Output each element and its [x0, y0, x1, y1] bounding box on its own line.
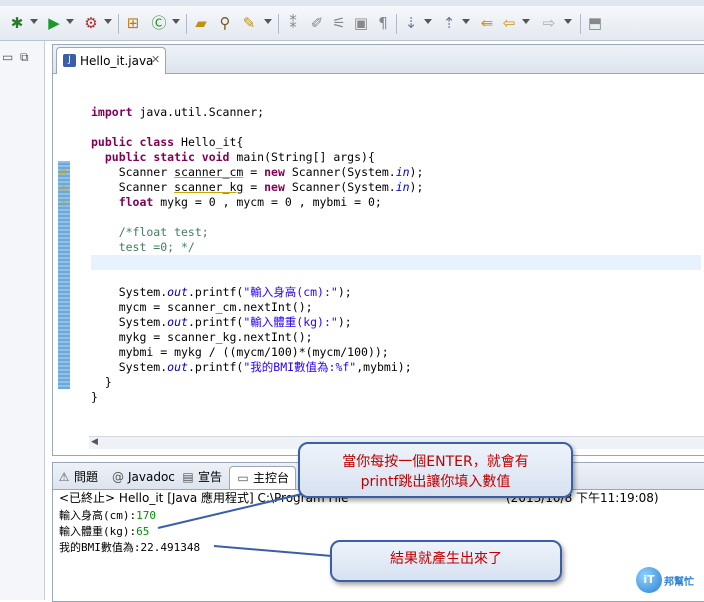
code-line: }	[91, 390, 98, 404]
code-line: System.out.printf("我的BMI數值為:%f",mybmi);	[91, 360, 412, 374]
code-line: public class Hello_it{	[91, 135, 244, 149]
next-annotation-icon[interactable]: ⇣	[402, 14, 420, 32]
format-icon[interactable]: ⚟	[330, 14, 348, 32]
debug-dropdown-icon[interactable]	[30, 19, 38, 24]
console-input-value: 65	[136, 525, 150, 538]
main-toolbar: ✱ ▶ ⚙ ⊞ Ⓒ ▰ ⚲ ✎ ⁑ ✐ ⚟ ▣ ¶ ⇣ ⇡ ⇚ ⇦ ⇨ ⬒	[0, 6, 704, 41]
logo-text: 邦幫忙	[664, 577, 694, 588]
console-prompt: 輸入身高(cm):	[59, 509, 137, 522]
annotation-callout-result: 結果就產生出來了	[330, 540, 562, 582]
run-icon[interactable]: ▶	[45, 14, 63, 32]
tab-console-label: 主控台	[253, 471, 290, 485]
code-line: test =0; */	[91, 240, 195, 254]
new-java-project-icon[interactable]: ⊞	[124, 14, 142, 32]
edit-icon[interactable]: ✐	[308, 14, 326, 32]
collapse-marker-icon[interactable]: ⊖	[59, 169, 69, 179]
tab-declaration-label: 宣告	[198, 470, 223, 484]
show-whitespace-icon[interactable]: ¶	[374, 14, 392, 32]
tab-problems-label: 問題	[74, 470, 99, 484]
left-view-pane: ▭ ⧉	[0, 41, 45, 600]
console-result: 我的BMI數值為:22.491348	[59, 541, 201, 554]
code-line: /*float test;	[91, 225, 209, 239]
console-icon: ▭	[237, 471, 249, 485]
maximize-icon[interactable]: ⧉	[20, 51, 32, 63]
external-tools-dropdown-icon[interactable]	[104, 19, 112, 24]
code-line: mycm = scanner_cm.nextInt();	[91, 300, 313, 314]
code-line: System.out.printf("輸入體重(kg):");	[91, 315, 352, 329]
code-line: Scanner scanner_kg = new Scanner(System.…	[91, 180, 424, 194]
declaration-icon: ▤	[182, 470, 194, 484]
open-type-icon[interactable]: ▰	[192, 14, 210, 32]
console-line: 輸入體重(kg):65	[59, 524, 149, 539]
prev-annotation-dropdown-icon[interactable]	[462, 19, 470, 24]
callout-text: 當你每按一個ENTER，就會有 printf跳出讓你填入數值	[342, 454, 529, 490]
back-icon[interactable]: ⇦	[500, 14, 518, 32]
code-line: public static void main(String[] args){	[104, 150, 375, 164]
close-tab-icon[interactable]: ✕	[151, 53, 160, 66]
search-icon[interactable]: ⚲	[216, 14, 234, 32]
tab-javadoc[interactable]: @ Javadoc	[111, 466, 175, 488]
tab-problems[interactable]: ⚠ 問題	[57, 466, 98, 488]
java-editor: J Hello_it.java ✕ ⊖ ⚠ ⚠ import java.util…	[52, 44, 704, 456]
javadoc-icon: @	[112, 470, 124, 484]
console-prompt: 輸入體重(kg):	[59, 525, 137, 538]
code-line: }	[91, 375, 112, 389]
new-class-icon[interactable]: Ⓒ	[150, 14, 168, 32]
tab-hello-it-java[interactable]: J Hello_it.java ✕	[56, 47, 166, 74]
code-line: float mykg = 0 , mycm = 0 , mybmi = 0;	[118, 195, 382, 209]
tab-label: Hello_it.java	[80, 54, 154, 68]
run-dropdown-icon[interactable]	[66, 19, 74, 24]
code-line: import java.util.Scanner;	[91, 105, 265, 119]
breakpoint-icon[interactable]: ⁑	[284, 14, 302, 32]
console-input-value: 170	[136, 509, 156, 522]
code-line: mybmi = mykg / ((mycm/100)*(mycm/100));	[91, 345, 389, 359]
editor-ruler: ⊖ ⚠ ⚠	[53, 74, 89, 455]
console-line: 輸入身高(cm):170	[59, 508, 156, 523]
code-line	[91, 255, 701, 270]
ithome-logo: iT 邦幫忙	[636, 565, 696, 595]
forward-dropdown-icon[interactable]	[564, 19, 572, 24]
tab-declaration[interactable]: ▤ 宣告	[181, 466, 222, 488]
editor-tab-bar: J Hello_it.java ✕	[53, 45, 704, 74]
toggle-mark-dropdown-icon[interactable]	[264, 19, 272, 24]
annotation-callout-enter: 當你每按一個ENTER，就會有 printf跳出讓你填入數值	[298, 442, 573, 498]
forward-icon[interactable]: ⇨	[540, 14, 558, 32]
console-line: 我的BMI數值為:22.491348	[59, 540, 200, 555]
prev-annotation-icon[interactable]: ⇡	[440, 14, 458, 32]
callout-text: 結果就產生出來了	[390, 551, 502, 567]
code-line: Scanner scanner_cm = new Scanner(System.…	[91, 165, 424, 179]
block-select-icon[interactable]: ▣	[352, 14, 370, 32]
back-dropdown-icon[interactable]	[522, 19, 530, 24]
minimize-icon[interactable]: ▭	[2, 51, 14, 63]
tab-javadoc-label: Javadoc	[128, 470, 175, 484]
external-tools-icon[interactable]: ⚙	[82, 14, 100, 32]
scroll-left-icon[interactable]: ◀	[91, 437, 98, 447]
new-class-dropdown-icon[interactable]	[172, 19, 180, 24]
problems-icon: ⚠	[58, 470, 70, 484]
next-annotation-dropdown-icon[interactable]	[424, 19, 432, 24]
warning-icon[interactable]: ⚠	[59, 199, 69, 209]
toggle-mark-icon[interactable]: ✎	[240, 14, 258, 32]
change-ruler-bar	[58, 161, 70, 389]
last-edit-icon[interactable]: ⇚	[478, 14, 496, 32]
tab-console[interactable]: ▭ 主控台	[229, 466, 297, 489]
logo-mark: iT	[636, 567, 662, 593]
pin-editor-icon[interactable]: ⬒	[586, 14, 604, 32]
java-file-icon: J	[63, 54, 76, 67]
code-line: System.out.printf("輸入身高(cm):");	[91, 285, 352, 299]
warning-icon[interactable]: ⚠	[59, 184, 69, 194]
code-line: mykg = scanner_kg.nextInt();	[91, 330, 313, 344]
debug-icon[interactable]: ✱	[8, 14, 26, 32]
code-area[interactable]: import java.util.Scanner; public class H…	[91, 90, 701, 405]
